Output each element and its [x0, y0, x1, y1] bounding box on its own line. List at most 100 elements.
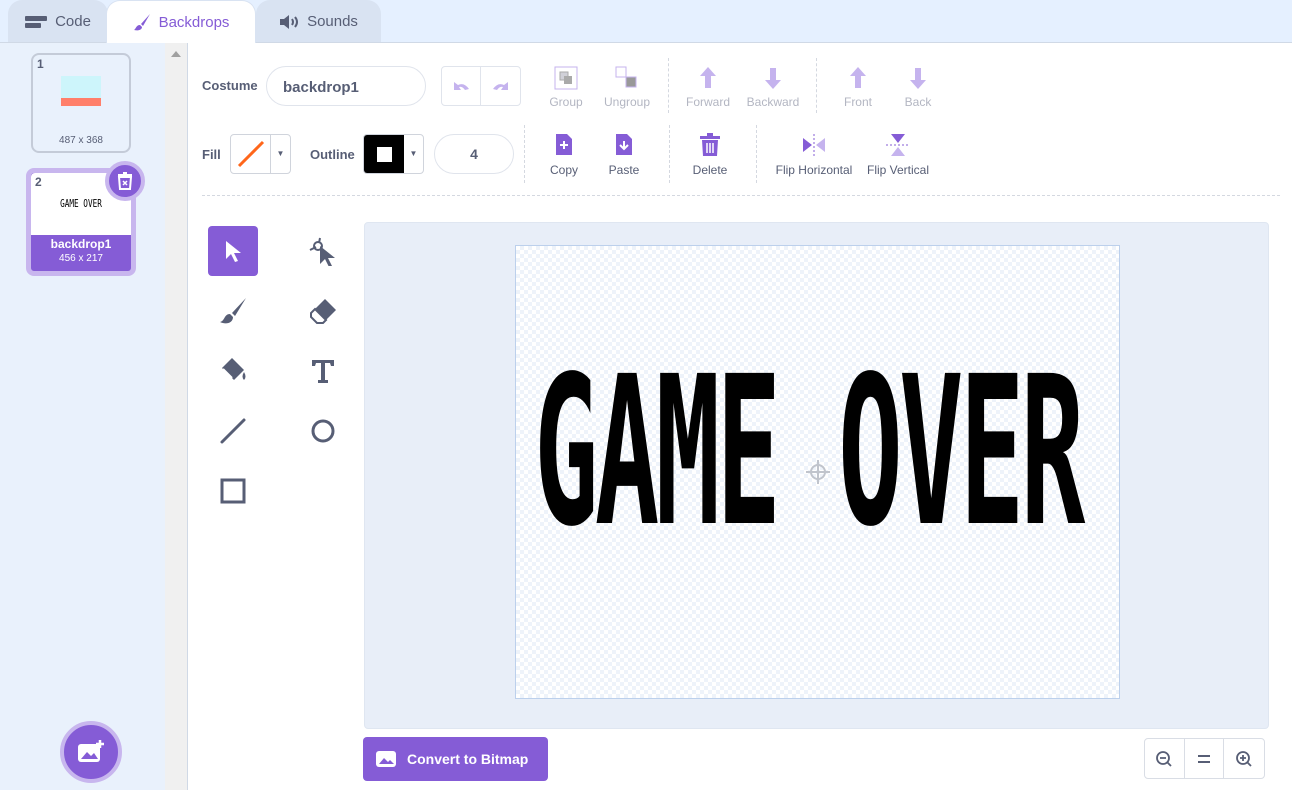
zoom-out-button[interactable]: [1145, 739, 1185, 778]
backdrop-thumbnail: [61, 76, 101, 98]
ungroup-icon: [615, 66, 637, 88]
backward-button[interactable]: Backward: [743, 65, 803, 109]
backdrop-size: 456 x 217: [59, 253, 103, 264]
rectangle-tool[interactable]: [208, 466, 258, 516]
front-icon: [850, 67, 866, 88]
front-label: Front: [843, 95, 872, 109]
ungroup-label: Ungroup: [603, 95, 651, 109]
flip-vertical-icon: [886, 134, 910, 156]
outline-label: Outline: [310, 147, 355, 162]
zoom-out-icon: [1156, 751, 1172, 767]
artboard-svg: GAME OVER: [534, 332, 1085, 572]
scroll-up-arrow[interactable]: [171, 51, 181, 57]
flip-vertical-label: Flip Vertical: [866, 163, 930, 177]
outline-dropdown-arrow[interactable]: ▼: [404, 135, 423, 173]
copy-button[interactable]: Copy: [544, 133, 584, 177]
circle-icon: [311, 419, 335, 443]
flip-vertical-button[interactable]: Flip Vertical: [862, 133, 934, 177]
paste-icon: [616, 134, 632, 155]
flip-horizontal-button[interactable]: Flip Horizontal: [771, 133, 857, 177]
tab-backdrops[interactable]: Backdrops: [106, 0, 256, 43]
backdrop-size: 487 x 368: [59, 135, 103, 146]
redo-icon: [492, 82, 508, 90]
select-tool[interactable]: [208, 226, 258, 276]
redo-button[interactable]: [481, 67, 520, 105]
circle-tool[interactable]: [298, 406, 348, 456]
paint-editor: Costume backdrop1 Group Ungroup Forward …: [187, 42, 1292, 790]
game-over-text[interactable]: GAME OVER: [534, 332, 1085, 572]
ungroup-button[interactable]: Ungroup: [600, 65, 654, 109]
brush-icon: [220, 298, 246, 324]
paint-bucket-icon: [222, 358, 246, 380]
outline-swatch: [364, 135, 404, 173]
front-button[interactable]: Front: [838, 65, 878, 109]
delete-button[interactable]: Delete: [688, 133, 732, 177]
costume-name-input[interactable]: backdrop1: [266, 66, 426, 106]
eraser-tool[interactable]: [298, 286, 348, 336]
fill-swatch: [231, 135, 271, 173]
equals-icon: [1198, 755, 1210, 763]
forward-label: Forward: [685, 95, 730, 109]
artboard[interactable]: GAME OVER: [515, 245, 1120, 699]
fill-dropdown-arrow[interactable]: ▼: [271, 135, 290, 173]
back-button[interactable]: Back: [898, 65, 938, 109]
tab-label: Backdrops: [158, 13, 230, 31]
undo-button[interactable]: [442, 67, 482, 105]
group-button[interactable]: Group: [546, 65, 586, 109]
undo-icon: [454, 82, 469, 90]
brush-tool[interactable]: [208, 286, 258, 336]
copy-icon: [556, 134, 572, 155]
copy-label: Copy: [549, 163, 578, 177]
canvas-area[interactable]: GAME OVER: [364, 222, 1269, 729]
outline-color-picker[interactable]: ▼: [363, 134, 424, 174]
costume-label: Costume: [202, 78, 258, 93]
choose-backdrop-button[interactable]: [60, 721, 122, 783]
brush-icon: [133, 14, 150, 31]
backdrop-list: 1 487 x 368 2 GAME OVER backdrop1 456 x …: [0, 42, 165, 790]
text-tool[interactable]: [298, 346, 348, 396]
image-icon: [376, 751, 396, 767]
back-label: Back: [904, 95, 932, 109]
delete-label: Delete: [692, 163, 728, 177]
scrollbar[interactable]: [165, 42, 187, 790]
rectangle-icon: [220, 478, 246, 504]
line-icon: [220, 418, 246, 444]
tab-label: Sounds: [307, 13, 358, 30]
add-image-icon: [78, 740, 104, 762]
flip-horizontal-label: Flip Horizontal: [775, 163, 853, 177]
delete-backdrop-button[interactable]: [105, 161, 145, 201]
tab-code[interactable]: Code: [8, 0, 108, 42]
trash-icon: [700, 133, 720, 156]
back-icon: [910, 68, 926, 89]
line-tool[interactable]: [208, 406, 258, 456]
paste-label: Paste: [608, 163, 640, 177]
thumbnail-text: GAME OVER: [60, 197, 102, 210]
convert-label: Convert to Bitmap: [407, 751, 529, 767]
undo-redo-group: [441, 66, 521, 106]
trash-icon: [117, 172, 133, 190]
fill-color-picker[interactable]: ▼: [230, 134, 291, 174]
fill-label: Fill: [202, 147, 221, 162]
toolbar-divider: [202, 195, 1280, 196]
group-icon: [554, 66, 578, 90]
tab-sounds[interactable]: Sounds: [256, 0, 381, 42]
backdrop-index: 1: [37, 57, 44, 71]
speaker-icon: [280, 14, 299, 29]
zoom-in-button[interactable]: [1224, 739, 1264, 778]
text-icon: [312, 360, 334, 383]
fill-tool[interactable]: [208, 346, 258, 396]
backdrop-name: backdrop1: [50, 237, 112, 251]
outline-width-input[interactable]: 4: [434, 134, 514, 174]
convert-to-bitmap-button[interactable]: Convert to Bitmap: [363, 737, 548, 781]
forward-button[interactable]: Forward: [683, 65, 733, 109]
group-label: Group: [549, 95, 583, 109]
zoom-reset-button[interactable]: [1185, 739, 1225, 778]
reshape-tool[interactable]: [298, 226, 348, 276]
backdrop-index: 2: [35, 175, 42, 189]
paste-button[interactable]: Paste: [604, 133, 644, 177]
zoom-in-icon: [1236, 751, 1252, 767]
backward-icon: [765, 68, 781, 89]
eraser-icon: [310, 299, 336, 324]
tab-label: Code: [55, 13, 91, 30]
backdrop-item-1[interactable]: 1 487 x 368: [31, 53, 131, 153]
